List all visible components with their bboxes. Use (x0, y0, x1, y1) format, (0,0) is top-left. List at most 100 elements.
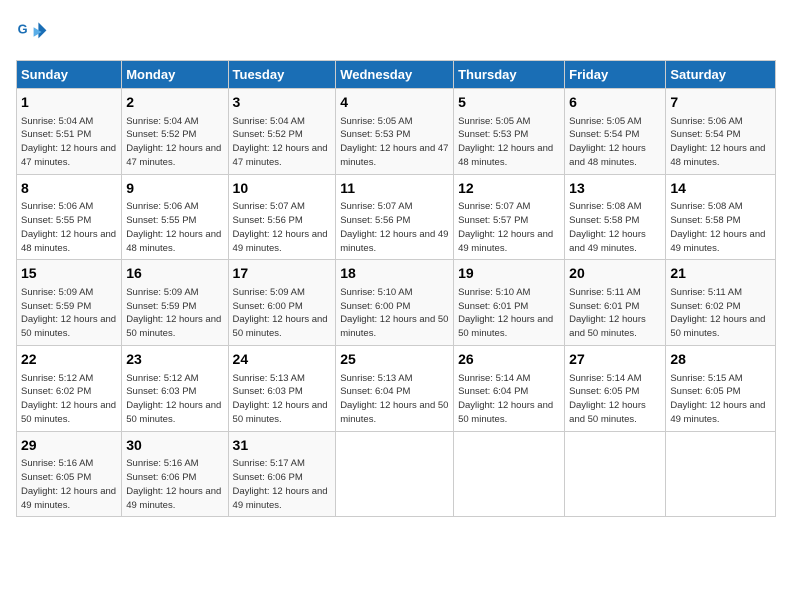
calendar-cell (336, 431, 454, 517)
calendar-cell: 25Sunrise: 5:13 AMSunset: 6:04 PMDayligh… (336, 345, 454, 431)
calendar-cell: 8Sunrise: 5:06 AMSunset: 5:55 PMDaylight… (17, 174, 122, 260)
day-info: Sunrise: 5:16 AMSunset: 6:06 PMDaylight:… (126, 457, 223, 512)
day-number: 14 (670, 179, 771, 199)
calendar-cell (666, 431, 776, 517)
calendar-cell: 12Sunrise: 5:07 AMSunset: 5:57 PMDayligh… (454, 174, 565, 260)
calendar-cell: 24Sunrise: 5:13 AMSunset: 6:03 PMDayligh… (228, 345, 336, 431)
day-number: 24 (233, 350, 332, 370)
day-number: 28 (670, 350, 771, 370)
day-info: Sunrise: 5:12 AMSunset: 6:02 PMDaylight:… (21, 372, 117, 427)
day-info: Sunrise: 5:08 AMSunset: 5:58 PMDaylight:… (670, 200, 771, 255)
day-info: Sunrise: 5:08 AMSunset: 5:58 PMDaylight:… (569, 200, 661, 255)
day-number: 8 (21, 179, 117, 199)
weekday-header: Tuesday (228, 61, 336, 89)
logo: G (16, 16, 52, 48)
day-number: 13 (569, 179, 661, 199)
day-info: Sunrise: 5:06 AMSunset: 5:55 PMDaylight:… (21, 200, 117, 255)
weekday-header: Wednesday (336, 61, 454, 89)
day-number: 2 (126, 93, 223, 113)
calendar-cell: 17Sunrise: 5:09 AMSunset: 6:00 PMDayligh… (228, 260, 336, 346)
calendar-cell: 14Sunrise: 5:08 AMSunset: 5:58 PMDayligh… (666, 174, 776, 260)
day-number: 16 (126, 264, 223, 284)
day-number: 20 (569, 264, 661, 284)
day-number: 23 (126, 350, 223, 370)
calendar-cell: 9Sunrise: 5:06 AMSunset: 5:55 PMDaylight… (122, 174, 228, 260)
day-number: 30 (126, 436, 223, 456)
svg-text:G: G (18, 22, 28, 37)
day-info: Sunrise: 5:09 AMSunset: 5:59 PMDaylight:… (21, 286, 117, 341)
calendar-cell: 18Sunrise: 5:10 AMSunset: 6:00 PMDayligh… (336, 260, 454, 346)
day-info: Sunrise: 5:04 AMSunset: 5:52 PMDaylight:… (126, 115, 223, 170)
day-info: Sunrise: 5:12 AMSunset: 6:03 PMDaylight:… (126, 372, 223, 427)
calendar-cell: 31Sunrise: 5:17 AMSunset: 6:06 PMDayligh… (228, 431, 336, 517)
day-info: Sunrise: 5:16 AMSunset: 6:05 PMDaylight:… (21, 457, 117, 512)
day-number: 4 (340, 93, 449, 113)
calendar-cell: 7Sunrise: 5:06 AMSunset: 5:54 PMDaylight… (666, 89, 776, 175)
day-info: Sunrise: 5:06 AMSunset: 5:55 PMDaylight:… (126, 200, 223, 255)
weekday-header-row: SundayMondayTuesdayWednesdayThursdayFrid… (17, 61, 776, 89)
calendar-cell: 10Sunrise: 5:07 AMSunset: 5:56 PMDayligh… (228, 174, 336, 260)
calendar-cell: 28Sunrise: 5:15 AMSunset: 6:05 PMDayligh… (666, 345, 776, 431)
calendar-cell: 20Sunrise: 5:11 AMSunset: 6:01 PMDayligh… (565, 260, 666, 346)
day-info: Sunrise: 5:04 AMSunset: 5:51 PMDaylight:… (21, 115, 117, 170)
day-number: 29 (21, 436, 117, 456)
calendar-cell: 1Sunrise: 5:04 AMSunset: 5:51 PMDaylight… (17, 89, 122, 175)
day-number: 19 (458, 264, 560, 284)
day-info: Sunrise: 5:14 AMSunset: 6:04 PMDaylight:… (458, 372, 560, 427)
day-info: Sunrise: 5:05 AMSunset: 5:54 PMDaylight:… (569, 115, 661, 170)
weekday-header: Saturday (666, 61, 776, 89)
calendar-table: SundayMondayTuesdayWednesdayThursdayFrid… (16, 60, 776, 517)
day-number: 21 (670, 264, 771, 284)
calendar-cell: 22Sunrise: 5:12 AMSunset: 6:02 PMDayligh… (17, 345, 122, 431)
calendar-cell: 29Sunrise: 5:16 AMSunset: 6:05 PMDayligh… (17, 431, 122, 517)
day-number: 3 (233, 93, 332, 113)
calendar-cell: 21Sunrise: 5:11 AMSunset: 6:02 PMDayligh… (666, 260, 776, 346)
weekday-header: Friday (565, 61, 666, 89)
calendar-cell: 5Sunrise: 5:05 AMSunset: 5:53 PMDaylight… (454, 89, 565, 175)
day-number: 7 (670, 93, 771, 113)
day-number: 25 (340, 350, 449, 370)
day-info: Sunrise: 5:10 AMSunset: 6:00 PMDaylight:… (340, 286, 449, 341)
day-info: Sunrise: 5:13 AMSunset: 6:04 PMDaylight:… (340, 372, 449, 427)
calendar-cell: 23Sunrise: 5:12 AMSunset: 6:03 PMDayligh… (122, 345, 228, 431)
day-info: Sunrise: 5:17 AMSunset: 6:06 PMDaylight:… (233, 457, 332, 512)
day-number: 27 (569, 350, 661, 370)
calendar-week-row: 8Sunrise: 5:06 AMSunset: 5:55 PMDaylight… (17, 174, 776, 260)
day-number: 31 (233, 436, 332, 456)
calendar-cell: 19Sunrise: 5:10 AMSunset: 6:01 PMDayligh… (454, 260, 565, 346)
calendar-week-row: 29Sunrise: 5:16 AMSunset: 6:05 PMDayligh… (17, 431, 776, 517)
calendar-cell: 4Sunrise: 5:05 AMSunset: 5:53 PMDaylight… (336, 89, 454, 175)
day-info: Sunrise: 5:11 AMSunset: 6:01 PMDaylight:… (569, 286, 661, 341)
day-info: Sunrise: 5:13 AMSunset: 6:03 PMDaylight:… (233, 372, 332, 427)
header: G (16, 16, 776, 48)
weekday-header: Thursday (454, 61, 565, 89)
weekday-header: Sunday (17, 61, 122, 89)
day-info: Sunrise: 5:09 AMSunset: 5:59 PMDaylight:… (126, 286, 223, 341)
calendar-cell: 27Sunrise: 5:14 AMSunset: 6:05 PMDayligh… (565, 345, 666, 431)
day-info: Sunrise: 5:05 AMSunset: 5:53 PMDaylight:… (458, 115, 560, 170)
calendar-cell: 2Sunrise: 5:04 AMSunset: 5:52 PMDaylight… (122, 89, 228, 175)
day-info: Sunrise: 5:07 AMSunset: 5:57 PMDaylight:… (458, 200, 560, 255)
day-number: 6 (569, 93, 661, 113)
day-number: 18 (340, 264, 449, 284)
weekday-header: Monday (122, 61, 228, 89)
day-info: Sunrise: 5:10 AMSunset: 6:01 PMDaylight:… (458, 286, 560, 341)
day-info: Sunrise: 5:04 AMSunset: 5:52 PMDaylight:… (233, 115, 332, 170)
day-number: 26 (458, 350, 560, 370)
day-info: Sunrise: 5:15 AMSunset: 6:05 PMDaylight:… (670, 372, 771, 427)
day-info: Sunrise: 5:07 AMSunset: 5:56 PMDaylight:… (233, 200, 332, 255)
calendar-week-row: 1Sunrise: 5:04 AMSunset: 5:51 PMDaylight… (17, 89, 776, 175)
calendar-cell (565, 431, 666, 517)
day-number: 15 (21, 264, 117, 284)
day-info: Sunrise: 5:11 AMSunset: 6:02 PMDaylight:… (670, 286, 771, 341)
day-number: 9 (126, 179, 223, 199)
day-info: Sunrise: 5:05 AMSunset: 5:53 PMDaylight:… (340, 115, 449, 170)
calendar-cell (454, 431, 565, 517)
day-info: Sunrise: 5:06 AMSunset: 5:54 PMDaylight:… (670, 115, 771, 170)
calendar-cell: 15Sunrise: 5:09 AMSunset: 5:59 PMDayligh… (17, 260, 122, 346)
calendar-cell: 6Sunrise: 5:05 AMSunset: 5:54 PMDaylight… (565, 89, 666, 175)
day-number: 10 (233, 179, 332, 199)
day-info: Sunrise: 5:09 AMSunset: 6:00 PMDaylight:… (233, 286, 332, 341)
calendar-week-row: 22Sunrise: 5:12 AMSunset: 6:02 PMDayligh… (17, 345, 776, 431)
day-number: 22 (21, 350, 117, 370)
